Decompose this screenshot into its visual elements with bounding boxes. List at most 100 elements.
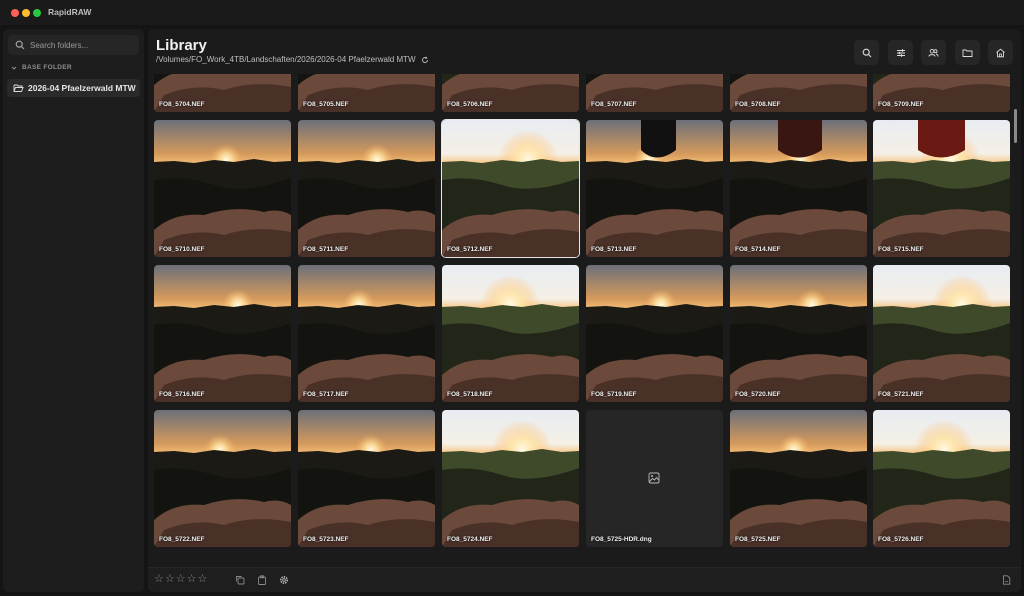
thumbnail-filename: FO8_5708.NEF xyxy=(735,101,781,108)
folder-item-pfaelzerwald[interactable]: 2026-04 Pfaelzerwald MTW xyxy=(7,79,140,97)
photo-preview xyxy=(730,120,867,257)
thumbnail-filename: FO8_5713.NEF xyxy=(591,246,637,253)
thumbnail-filename: FO8_5721.NEF xyxy=(878,391,924,398)
thumbnail-filename: FO8_5716.NEF xyxy=(159,391,205,398)
scrollbar-thumb[interactable] xyxy=(1014,109,1017,143)
star-icon[interactable]: ☆ xyxy=(198,574,208,585)
library-panel: FO8_5704.NEF FO8_5705.NEF FO8_5706.NEF FO8_… xyxy=(148,29,1021,592)
thumbnail[interactable]: FO8_5719.NEF xyxy=(586,265,723,402)
photo-preview xyxy=(298,265,435,402)
thumbnail-filename: FO8_5720.NEF xyxy=(735,391,781,398)
photo-preview xyxy=(154,410,291,547)
star-icon[interactable]: ☆ xyxy=(176,574,186,585)
photo-preview xyxy=(730,265,867,402)
export-file-icon[interactable] xyxy=(1002,575,1011,585)
thumbnail[interactable]: FO8_5724.NEF xyxy=(442,410,579,547)
thumbnail[interactable]: FO8_5710.NEF xyxy=(154,120,291,257)
bottom-bar: ☆ ☆ ☆ ☆ ☆ xyxy=(148,567,1021,592)
photo-preview xyxy=(873,120,1010,257)
star-icon[interactable]: ☆ xyxy=(165,574,175,585)
photo-preview xyxy=(442,120,579,257)
photo-preview xyxy=(873,265,1010,402)
chevron-down-icon xyxy=(11,66,17,70)
rating-stars[interactable]: ☆ ☆ ☆ ☆ ☆ xyxy=(154,574,207,585)
thumbnail[interactable]: FO8_5711.NEF xyxy=(298,120,435,257)
library-header: Library /Volumes/FO_Work_4TB/Landschafte… xyxy=(148,29,1021,74)
thumbnail-filename: FO8_5706.NEF xyxy=(447,101,493,108)
photo-preview xyxy=(154,265,291,402)
thumbnail-filename: FO8_5710.NEF xyxy=(159,246,205,253)
thumbnail-filename: FO8_5718.NEF xyxy=(447,391,493,398)
thumbnail-filename: FO8_5719.NEF xyxy=(591,391,637,398)
close-window-button[interactable] xyxy=(11,9,19,17)
app-title: RapidRAW xyxy=(48,7,92,17)
paste-icon[interactable] xyxy=(257,575,267,585)
thumbnail-filename: FO8_5726.NEF xyxy=(878,536,924,543)
photo-preview xyxy=(154,120,291,257)
thumbnail[interactable]: FO8_5714.NEF xyxy=(730,120,867,257)
folder-icon xyxy=(962,49,973,57)
thumbnail-filename: FO8_5725-HDR.dng xyxy=(591,536,652,543)
title-bar: RapidRAW xyxy=(0,0,1024,25)
folder-item-label: 2026-04 Pfaelzerwald MTW xyxy=(28,83,136,93)
thumbnail-filename: FO8_5724.NEF xyxy=(447,536,493,543)
thumbnail-grid: FO8_5704.NEF FO8_5705.NEF FO8_5706.NEF FO8_… xyxy=(148,29,1021,562)
thumbnail-filename: FO8_5717.NEF xyxy=(303,391,349,398)
thumbnail-filename: FO8_5714.NEF xyxy=(735,246,781,253)
thumbnail-filename: FO8_5711.NEF xyxy=(303,246,349,253)
photo-preview xyxy=(873,410,1010,547)
search-button[interactable] xyxy=(854,40,879,65)
search-icon xyxy=(862,48,871,57)
thumbnail[interactable]: FO8_5716.NEF xyxy=(154,265,291,402)
adjustments-button[interactable] xyxy=(888,40,913,65)
open-folder-button[interactable] xyxy=(955,40,980,65)
thumbnail-filename: FO8_5707.NEF xyxy=(591,101,637,108)
thumbnail-filename: FO8_5725.NEF xyxy=(735,536,781,543)
search-icon xyxy=(15,40,25,50)
home-button[interactable] xyxy=(988,40,1013,65)
photo-preview xyxy=(298,410,435,547)
thumbnail-filename: FO8_5712.NEF xyxy=(447,246,493,253)
star-icon[interactable]: ☆ xyxy=(187,574,197,585)
thumbnail-filename: FO8_5709.NEF xyxy=(878,101,924,108)
thumbnail[interactable]: FO8_5725-HDR.dng xyxy=(586,410,723,547)
thumbnail[interactable]: FO8_5715.NEF xyxy=(873,120,1010,257)
thumbnail-filename: FO8_5723.NEF xyxy=(303,536,349,543)
breadcrumb: /Volumes/FO_Work_4TB/Landschaften/2026/2… xyxy=(156,55,429,64)
thumbnail[interactable]: FO8_5713.NEF xyxy=(586,120,723,257)
thumbnail[interactable]: FO8_5717.NEF xyxy=(298,265,435,402)
photo-preview xyxy=(298,120,435,257)
thumbnail[interactable]: FO8_5722.NEF xyxy=(154,410,291,547)
page-title: Library xyxy=(156,37,207,54)
photo-preview xyxy=(586,265,723,402)
people-icon xyxy=(928,48,939,57)
thumbnail[interactable]: FO8_5726.NEF xyxy=(873,410,1010,547)
photo-preview xyxy=(586,120,723,257)
thumbnail[interactable]: FO8_5723.NEF xyxy=(298,410,435,547)
folder-search[interactable] xyxy=(8,35,139,55)
refresh-icon[interactable] xyxy=(421,56,429,64)
base-folder-label: BASE FOLDER xyxy=(22,64,72,71)
photo-preview xyxy=(442,410,579,547)
gear-icon[interactable] xyxy=(279,575,289,585)
photo-preview xyxy=(730,410,867,547)
photo-preview xyxy=(442,265,579,402)
thumbnail[interactable]: FO8_5718.NEF xyxy=(442,265,579,402)
folder-open-icon xyxy=(13,84,24,92)
minimize-window-button[interactable] xyxy=(22,9,30,17)
sliders-icon xyxy=(896,48,905,57)
star-icon[interactable]: ☆ xyxy=(154,574,164,585)
image-placeholder-icon xyxy=(648,472,660,484)
thumbnail[interactable]: FO8_5712.NEF xyxy=(441,119,580,258)
thumbnail-filename: FO8_5705.NEF xyxy=(303,101,349,108)
thumbnail[interactable]: FO8_5721.NEF xyxy=(873,265,1010,402)
people-button[interactable] xyxy=(921,40,946,65)
base-folder-header[interactable]: BASE FOLDER xyxy=(11,64,72,71)
thumbnail-filename: FO8_5704.NEF xyxy=(159,101,205,108)
copy-icon[interactable] xyxy=(235,575,245,585)
sidebar: BASE FOLDER 2026-04 Pfaelzerwald MTW xyxy=(3,29,144,592)
maximize-window-button[interactable] xyxy=(33,9,41,17)
thumbnail[interactable]: FO8_5725.NEF xyxy=(730,410,867,547)
thumbnail[interactable]: FO8_5720.NEF xyxy=(730,265,867,402)
search-folders-input[interactable] xyxy=(30,38,135,52)
